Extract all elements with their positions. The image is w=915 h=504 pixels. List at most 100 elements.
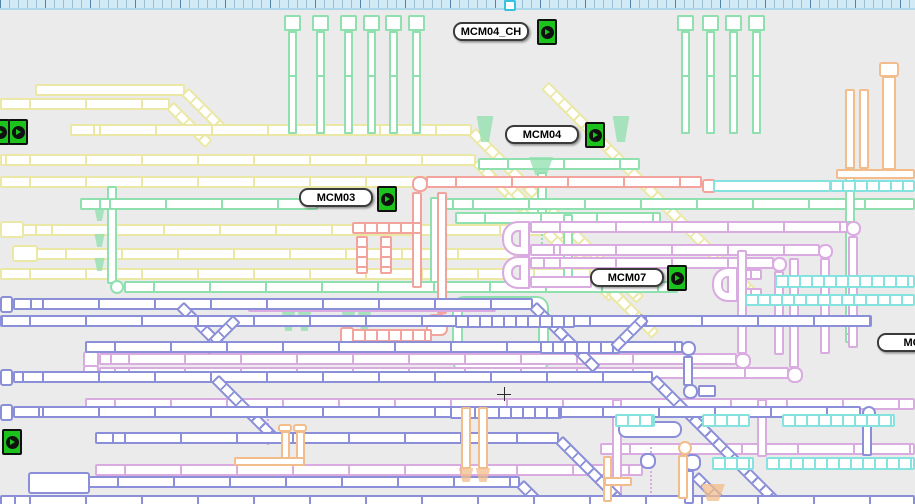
scada-layout-canvas: MCM04_CH MCM04 MCM03 MCM07 MC	[0, 0, 915, 504]
chute-marker	[94, 208, 105, 221]
tube-cap	[677, 15, 694, 31]
track-endcap	[0, 296, 13, 313]
track-segmented	[782, 414, 895, 427]
track-segment	[437, 192, 447, 314]
track-endcap	[0, 404, 13, 421]
track-segmented	[615, 414, 655, 427]
tube-body	[389, 31, 398, 134]
track-segment	[530, 244, 820, 256]
tube-track	[340, 15, 357, 134]
run-status-icon[interactable]	[2, 429, 22, 455]
status-core-icon	[589, 129, 602, 142]
track-corner	[678, 441, 692, 455]
play-arrow-icon	[545, 29, 550, 35]
status-core-icon	[0, 126, 7, 139]
track-endcap	[879, 62, 899, 77]
track-segment	[234, 457, 305, 466]
run-status-icon[interactable]	[8, 119, 28, 145]
track-segmented	[356, 236, 368, 274]
track-segmented	[745, 294, 915, 306]
station-label-mcm07[interactable]: MCM07	[590, 268, 664, 287]
track-segment	[530, 221, 848, 233]
track-corner	[110, 280, 124, 294]
play-arrow-icon	[675, 275, 680, 281]
track-segment	[0, 495, 915, 504]
run-status-icon[interactable]	[537, 19, 557, 45]
tube-body	[681, 31, 690, 134]
track-segment	[848, 236, 858, 348]
play-arrow-icon	[16, 129, 21, 135]
track-corner	[681, 341, 696, 356]
track-segment	[882, 76, 896, 170]
track-segment	[820, 258, 830, 354]
tube-cap	[702, 15, 719, 31]
station-label-mcm04_ch[interactable]: MCM04_CH	[453, 22, 529, 41]
tube-cap	[748, 15, 765, 31]
track-segment	[80, 198, 318, 210]
play-arrow-icon	[0, 129, 3, 135]
tube-cap	[340, 15, 357, 31]
status-core-icon	[671, 272, 684, 285]
crosshair-cursor	[504, 387, 505, 401]
tube-body	[729, 31, 738, 134]
ruler-handle[interactable]	[504, 0, 516, 11]
tube-body	[367, 31, 376, 134]
track-segmented	[540, 341, 620, 354]
track-segment	[530, 276, 592, 288]
station-label-mc_partial[interactable]: MC	[877, 333, 915, 352]
track-corner	[846, 221, 861, 236]
tube-track	[702, 15, 719, 134]
chute-marker	[94, 234, 105, 247]
tube-track	[312, 15, 329, 134]
track-segment	[698, 385, 716, 397]
track-segment	[13, 371, 653, 383]
play-arrow-icon	[10, 439, 15, 445]
track-segment	[678, 455, 688, 499]
tube-body	[344, 31, 353, 134]
track-segment	[845, 89, 855, 169]
tube-body	[288, 31, 297, 134]
tube-body	[412, 31, 421, 134]
track-segmented	[380, 236, 392, 274]
track-segment	[604, 477, 632, 486]
track-segment	[35, 84, 185, 96]
track-segment	[478, 407, 488, 469]
status-core-icon	[541, 26, 554, 39]
station-label-mcm04[interactable]: MCM04	[505, 125, 579, 144]
tube-track	[748, 15, 765, 134]
station-label-mcm03[interactable]: MCM03	[299, 188, 373, 207]
dotted-guide	[650, 443, 652, 501]
track-endcap	[12, 245, 38, 262]
run-status-icon[interactable]	[377, 186, 397, 212]
track-uturn	[502, 256, 530, 289]
tube-cap	[312, 15, 329, 31]
tube-track	[725, 15, 742, 134]
play-arrow-icon	[593, 132, 598, 138]
tube-body	[706, 31, 715, 134]
track-segment	[836, 169, 915, 179]
track-segment	[683, 356, 693, 386]
tube-cap	[284, 15, 301, 31]
track-segment	[99, 353, 737, 365]
track-segment	[0, 315, 872, 327]
track-segmented	[352, 222, 422, 234]
tube-body	[316, 31, 325, 134]
run-status-icon[interactable]	[667, 265, 687, 291]
track-corner	[683, 384, 698, 399]
track-endcap	[28, 472, 90, 494]
track-corner	[640, 453, 656, 469]
status-core-icon	[6, 436, 19, 449]
track-corner	[787, 367, 803, 383]
track-segment	[461, 407, 471, 469]
run-status-icon[interactable]	[585, 122, 605, 148]
track-segment	[281, 431, 290, 460]
play-arrow-icon	[385, 196, 390, 202]
tube-body	[752, 31, 761, 134]
track-segment	[88, 476, 520, 488]
track-segment	[412, 192, 422, 288]
tube-track	[284, 15, 301, 134]
track-segmented	[775, 275, 915, 288]
tube-cap	[408, 15, 425, 31]
track-segment	[426, 176, 702, 188]
track-segmented	[830, 180, 915, 192]
